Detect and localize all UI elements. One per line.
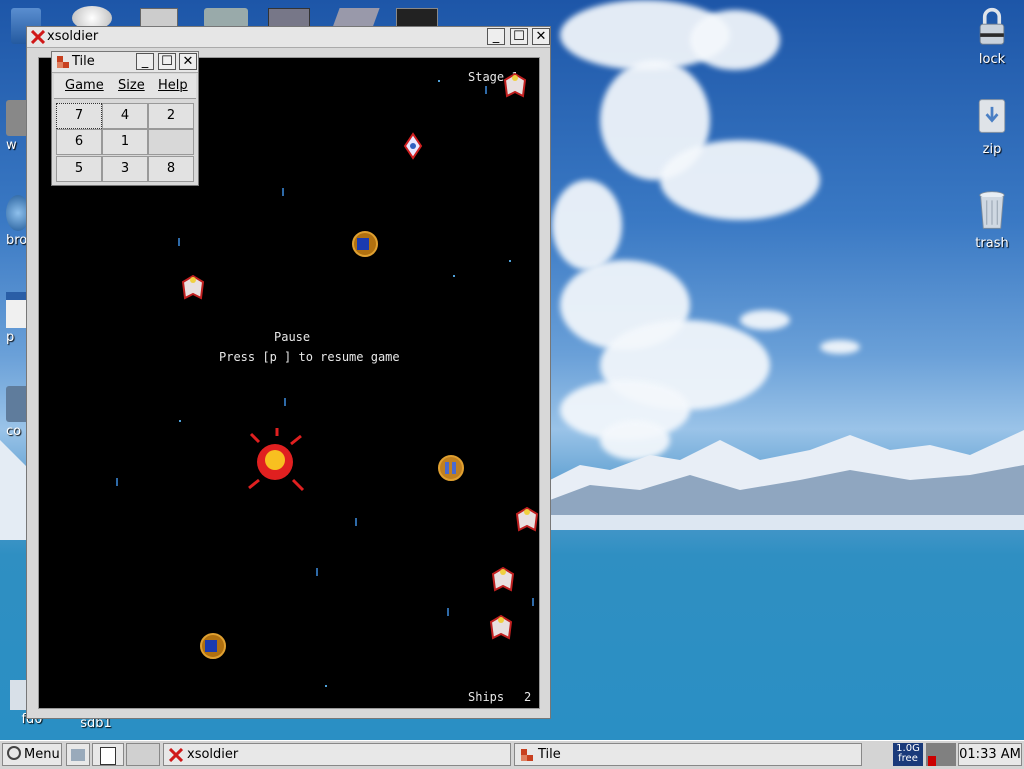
disk-free-sub: free — [898, 753, 918, 764]
fighter-ship — [403, 132, 423, 160]
bullet — [178, 238, 180, 246]
star — [509, 260, 511, 262]
enemy-ship — [181, 274, 205, 300]
cloud — [820, 340, 860, 354]
minimize-button[interactable]: _ — [136, 53, 154, 70]
tile-app-icon — [521, 749, 533, 761]
tile-button[interactable]: 2 — [148, 103, 194, 129]
tile-button[interactable]: 5 — [56, 156, 102, 182]
menu-label: Menu — [24, 747, 60, 762]
desktop-icon-label: zip — [982, 142, 1002, 157]
terminal-launcher[interactable] — [92, 743, 124, 766]
window-title: Tile — [72, 54, 95, 69]
enemy-ship — [503, 72, 527, 98]
bullet — [485, 86, 487, 94]
pause-title: Pause — [274, 330, 311, 344]
pager[interactable] — [126, 743, 160, 766]
folder-icon[interactable] — [204, 8, 248, 28]
disk-free-monitor[interactable]: 1.0G free — [893, 743, 923, 766]
tile-menubar: Game Size Help — [54, 74, 196, 99]
zip-drive-icon — [978, 99, 1006, 133]
x-logo-icon — [169, 748, 183, 762]
cloud — [660, 140, 820, 220]
clock[interactable]: 01:33 AM — [958, 743, 1022, 766]
powerup-icon — [200, 633, 226, 659]
bullet — [447, 608, 449, 616]
maximize-button[interactable]: ☐ — [158, 53, 176, 70]
tile-button[interactable]: 8 — [148, 156, 194, 182]
window-title: xsoldier — [47, 29, 99, 44]
desktop-icon-zip[interactable]: zip — [962, 96, 1022, 157]
tile-button[interactable]: 3 — [102, 156, 148, 182]
bullet — [355, 518, 357, 526]
pause-hint: Press [p ] to resume game — [219, 350, 400, 364]
tile-button[interactable]: 7 — [56, 103, 102, 129]
speed-powerup-icon — [438, 455, 464, 481]
tile-window[interactable]: Tile _ ☐ ✕ Game Size Help 7 4 2 6 1 5 3 … — [51, 51, 199, 186]
task-tile[interactable]: Tile — [514, 743, 862, 766]
trash-icon — [979, 191, 1005, 229]
cloud — [740, 310, 790, 330]
cpu-bar — [928, 756, 936, 766]
tile-button[interactable]: 6 — [56, 129, 102, 155]
bullet — [282, 188, 284, 196]
tile-empty-slot[interactable] — [148, 129, 194, 155]
menu-button[interactable]: Menu — [2, 743, 62, 766]
tile-button[interactable]: 1 — [102, 129, 148, 155]
terminal-icon — [100, 747, 116, 765]
star — [438, 80, 440, 82]
desktop-icon-trash[interactable]: trash — [962, 190, 1022, 251]
bullet — [532, 598, 534, 606]
explosion — [248, 428, 305, 492]
bullet — [316, 568, 318, 576]
cloud — [552, 180, 622, 270]
close-button[interactable]: ✕ — [532, 28, 550, 45]
menu-icon — [7, 746, 21, 760]
task-xsoldier[interactable]: xsoldier — [163, 743, 511, 766]
menu-help[interactable]: Help — [158, 78, 188, 93]
tile-titlebar[interactable]: Tile _ ☐ ✕ — [52, 52, 198, 73]
mountain-range — [550, 430, 1024, 530]
desktop-icon-label: trash — [975, 236, 1009, 251]
desktop-launcher[interactable] — [66, 743, 90, 766]
enemy-ship — [515, 506, 539, 532]
pen-icon[interactable] — [332, 8, 380, 28]
xsoldier-titlebar[interactable]: xsoldier _ ☐ ✕ — [27, 27, 550, 48]
enemy-ship — [491, 566, 515, 592]
star — [453, 275, 455, 277]
tile-button[interactable]: 4 — [102, 103, 148, 129]
desktop-icon-lock[interactable]: lock — [962, 6, 1022, 67]
star — [325, 685, 327, 687]
desktop-icon-label: lock — [978, 52, 1006, 67]
star — [179, 420, 181, 422]
menu-game[interactable]: Game — [65, 78, 104, 93]
show-desktop-icon — [71, 749, 85, 761]
powerup-icon — [352, 231, 378, 257]
bullet — [284, 398, 286, 406]
maximize-button[interactable]: ☐ — [510, 28, 528, 45]
ships-label: Ships — [468, 690, 505, 704]
x-logo-icon — [31, 30, 45, 44]
cloud — [690, 10, 780, 70]
enemy-ship — [489, 614, 513, 640]
taskbar: Menu xsoldier Tile 1.0G free 01:33 AM — [0, 740, 1024, 769]
close-button[interactable]: ✕ — [179, 53, 197, 70]
ships-count: 2 — [524, 690, 532, 704]
tile-app-icon — [57, 56, 69, 68]
bullet — [116, 478, 118, 486]
cpu-monitor[interactable] — [926, 743, 956, 766]
lock-icon — [979, 7, 1005, 45]
task-label: Tile — [538, 747, 561, 762]
minimize-button[interactable]: _ — [487, 28, 505, 45]
menu-size[interactable]: Size — [118, 78, 145, 93]
task-label: xsoldier — [187, 747, 239, 762]
